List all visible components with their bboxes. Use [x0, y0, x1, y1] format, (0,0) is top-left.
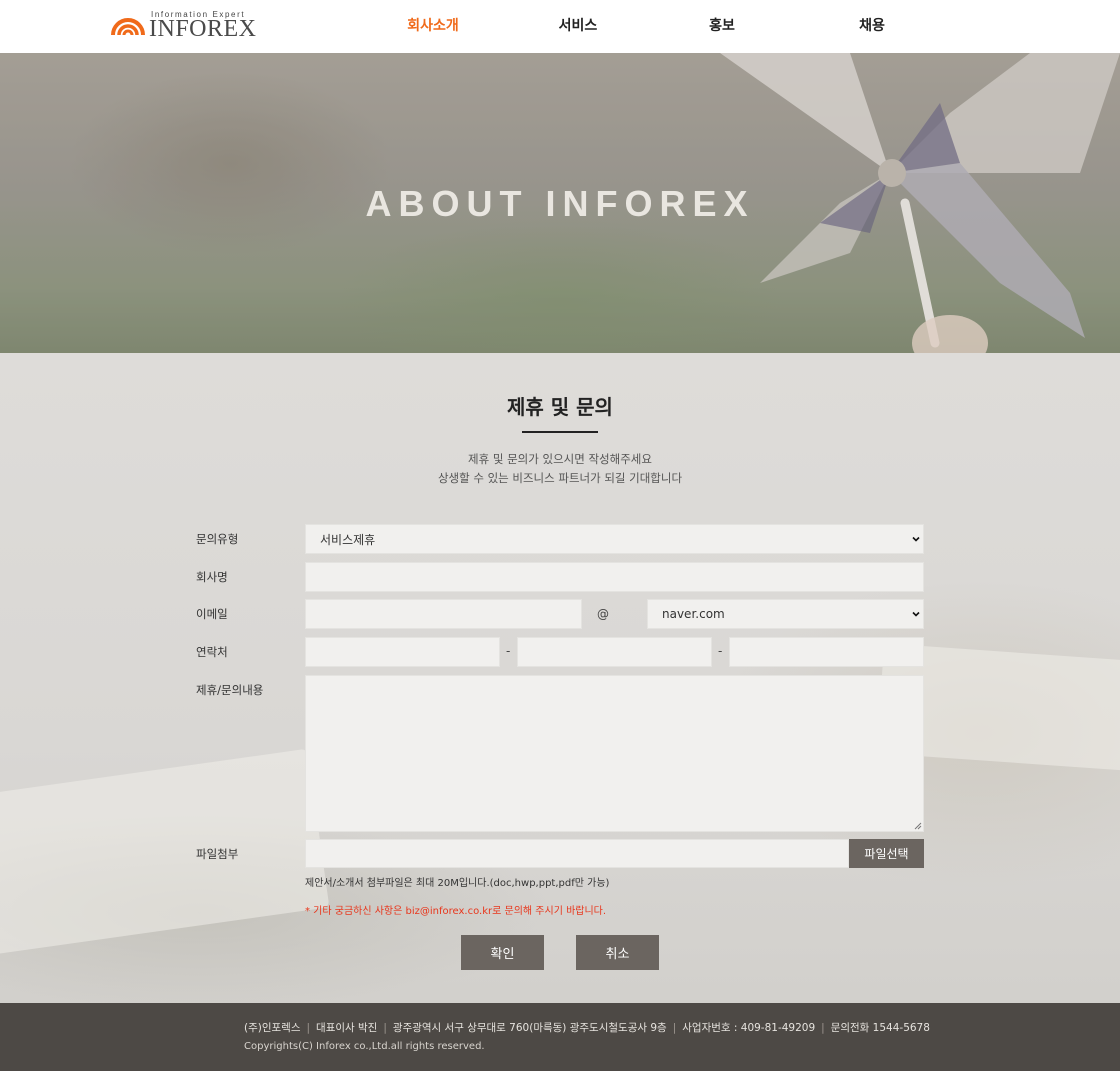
inquiry-type-label: 문의유형: [196, 532, 239, 546]
company-label: 회사명: [196, 570, 228, 584]
confirm-button[interactable]: 확인: [461, 935, 544, 970]
site-header: Information Expert INFOREX 회사소개 서비스 홍보 채…: [0, 0, 1120, 53]
footer-divider: |: [306, 1022, 311, 1034]
footer-business-no: 사업자번호 : 409-81-49209: [682, 1022, 816, 1034]
logo-mark-icon: [111, 18, 145, 36]
section-title: 제휴 및 문의: [507, 395, 613, 419]
footer-company-info: (주)인포렉스 | 대표이사 박진 | 광주광역시 서구 상무대로 760(마륵동) 광…: [244, 1020, 930, 1035]
phone-separator: -: [506, 644, 511, 658]
footer-divider: |: [383, 1022, 387, 1034]
inquiry-section: 제휴 및 문의 제휴 및 문의가 있으시면 작성해주세요 상생할 수 있는 비즈…: [0, 353, 1120, 1003]
email-at-sign: @: [597, 607, 609, 621]
hero-title: ABOUT INFOREX: [365, 183, 755, 224]
phone-separator: -: [718, 644, 723, 658]
footer-divider: |: [821, 1022, 825, 1034]
phone-input-2[interactable]: [517, 637, 712, 667]
email-domain-value: naver.com: [662, 607, 725, 621]
contact-warning: * 기타 궁금하신 사항은 biz@inforex.co.kr로 문의해 주시기…: [305, 906, 607, 917]
email-local-input[interactable]: [305, 599, 582, 629]
nav-pr[interactable]: 홍보: [690, 0, 754, 51]
email-label: 이메일: [196, 607, 228, 621]
file-path-input[interactable]: [305, 839, 849, 868]
phone-input-3[interactable]: [729, 637, 924, 667]
footer-divider: |: [672, 1022, 677, 1034]
cancel-button[interactable]: 취소: [576, 935, 659, 970]
inquiry-type-select[interactable]: 서비스제휴: [305, 524, 924, 554]
inquiry-type-value: 서비스제휴: [320, 532, 376, 547]
content-textarea[interactable]: [305, 675, 924, 832]
company-input[interactable]: [305, 562, 924, 592]
phone-label: 연락처: [196, 645, 228, 659]
file-label: 파일첨부: [196, 847, 239, 861]
footer-copyright: Copyrights(C) Inforex co.,Ltd.all rights…: [244, 1041, 485, 1052]
phone-input-1[interactable]: [305, 637, 500, 667]
footer-ceo: 대표이사 박진: [316, 1022, 378, 1034]
nav-about[interactable]: 회사소개: [390, 0, 476, 51]
email-domain-select[interactable]: naver.com: [647, 599, 924, 629]
footer-phone: 문의전화 1544-5678: [830, 1022, 930, 1034]
section-description: 제휴 및 문의가 있으시면 작성해주세요: [468, 452, 652, 466]
site-footer: (주)인포렉스 | 대표이사 박진 | 광주광역시 서구 상무대로 760(마륵동) 광…: [0, 1003, 1120, 1071]
nav-service[interactable]: 서비스: [540, 0, 616, 51]
file-select-button[interactable]: 파일선택: [849, 839, 924, 868]
content-label: 제휴/문의내용: [196, 683, 264, 697]
resize-handle-icon[interactable]: [914, 822, 922, 830]
footer-address: 광주광역시 서구 상무대로 760(마륵동) 광주도시철도공사 9층: [392, 1022, 667, 1034]
chevron-down-icon: [912, 611, 920, 617]
section-description: 상생할 수 있는 비즈니스 파트너가 되길 기대합니다: [437, 471, 683, 485]
chevron-down-icon: [912, 536, 920, 542]
inforex-logo[interactable]: Information Expert INFOREX: [109, 7, 259, 43]
nav-recruit[interactable]: 채용: [840, 0, 904, 51]
hero-banner: ABOUT INFOREX: [0, 53, 1120, 353]
background-book: [0, 748, 330, 958]
file-note: 제안서/소개서 첨부파일은 최대 20M입니다.(doc,hwp,ppt,pdf…: [305, 878, 610, 889]
title-underline: [522, 431, 598, 433]
logo-wordmark: INFOREX: [149, 16, 257, 42]
footer-company: (주)인포렉스: [244, 1022, 301, 1034]
